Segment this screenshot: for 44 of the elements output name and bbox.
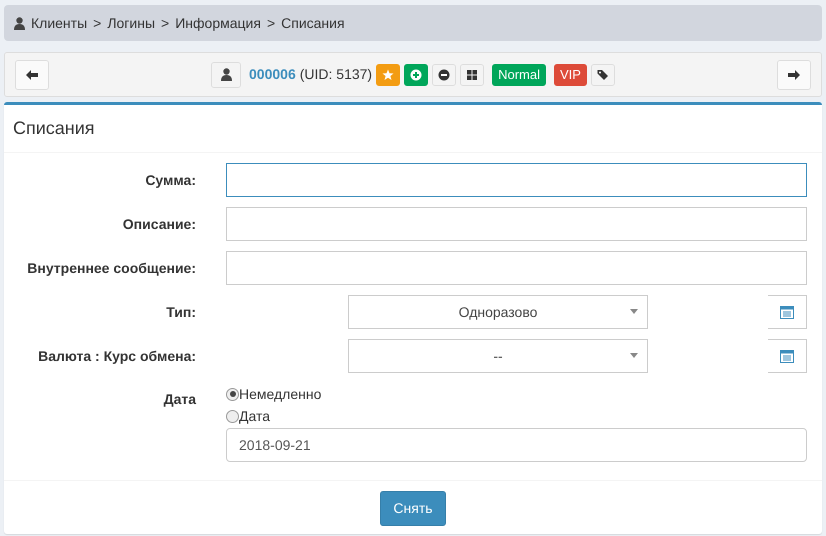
- field-label: Тип:: [165, 302, 196, 322]
- list-button[interactable]: [768, 339, 807, 373]
- user-button[interactable]: [211, 62, 242, 88]
- arrow-left-icon: [26, 70, 38, 80]
- field-label: Описание:: [122, 214, 196, 234]
- breadcrumb-item: Списания: [281, 14, 345, 32]
- user-icon: [220, 68, 232, 81]
- user-icon: [14, 16, 25, 30]
- list-icon: [780, 350, 794, 362]
- breadcrumb-item[interactable]: Информация: [175, 12, 261, 34]
- back-button[interactable]: [15, 60, 49, 90]
- input-field[interactable]: [226, 207, 807, 241]
- plus-circle-icon: [410, 68, 422, 80]
- status-label: VIP: [554, 64, 587, 86]
- breadcrumb-separator: >: [93, 14, 102, 32]
- radio-button[interactable]: [226, 410, 240, 422]
- breadcrumb-item[interactable]: Клиенты: [31, 12, 88, 34]
- field-label: Дата: [162, 390, 196, 409]
- grid-icon: [466, 68, 478, 80]
- radio-button[interactable]: [226, 388, 240, 400]
- list-icon: [780, 306, 794, 318]
- breadcrumb-separator: >: [266, 14, 276, 32]
- breadcrumb-item[interactable]: Логины: [107, 12, 156, 34]
- uid-text: (UID: 5137): [300, 65, 372, 84]
- field-label: Сумма:: [144, 170, 196, 190]
- breadcrumb-separator: >: [161, 14, 170, 32]
- radio-label[interactable]: Дата: [239, 406, 270, 426]
- minus-circle-icon: [438, 68, 450, 80]
- input-field[interactable]: [226, 163, 807, 197]
- radio-label[interactable]: Немедленно: [239, 384, 322, 404]
- field-label: Внутреннее сообщение:: [26, 258, 196, 278]
- date-field[interactable]: 2018-09-21: [226, 428, 807, 462]
- star-icon: [382, 68, 394, 80]
- status-label: Normal: [492, 64, 546, 86]
- forward-button[interactable]: [776, 60, 811, 90]
- submit-button[interactable]: Снять: [380, 491, 446, 526]
- field-label: Валюта : Курс обмена:: [37, 346, 196, 366]
- tags-icon: [596, 68, 609, 80]
- arrow-right-icon: [788, 70, 800, 80]
- list-button[interactable]: [768, 295, 807, 329]
- dropdown[interactable]: --: [348, 339, 648, 373]
- card-title: Списания: [4, 105, 822, 153]
- dropdown[interactable]: Одноразово: [348, 295, 648, 329]
- input-field[interactable]: [226, 251, 807, 285]
